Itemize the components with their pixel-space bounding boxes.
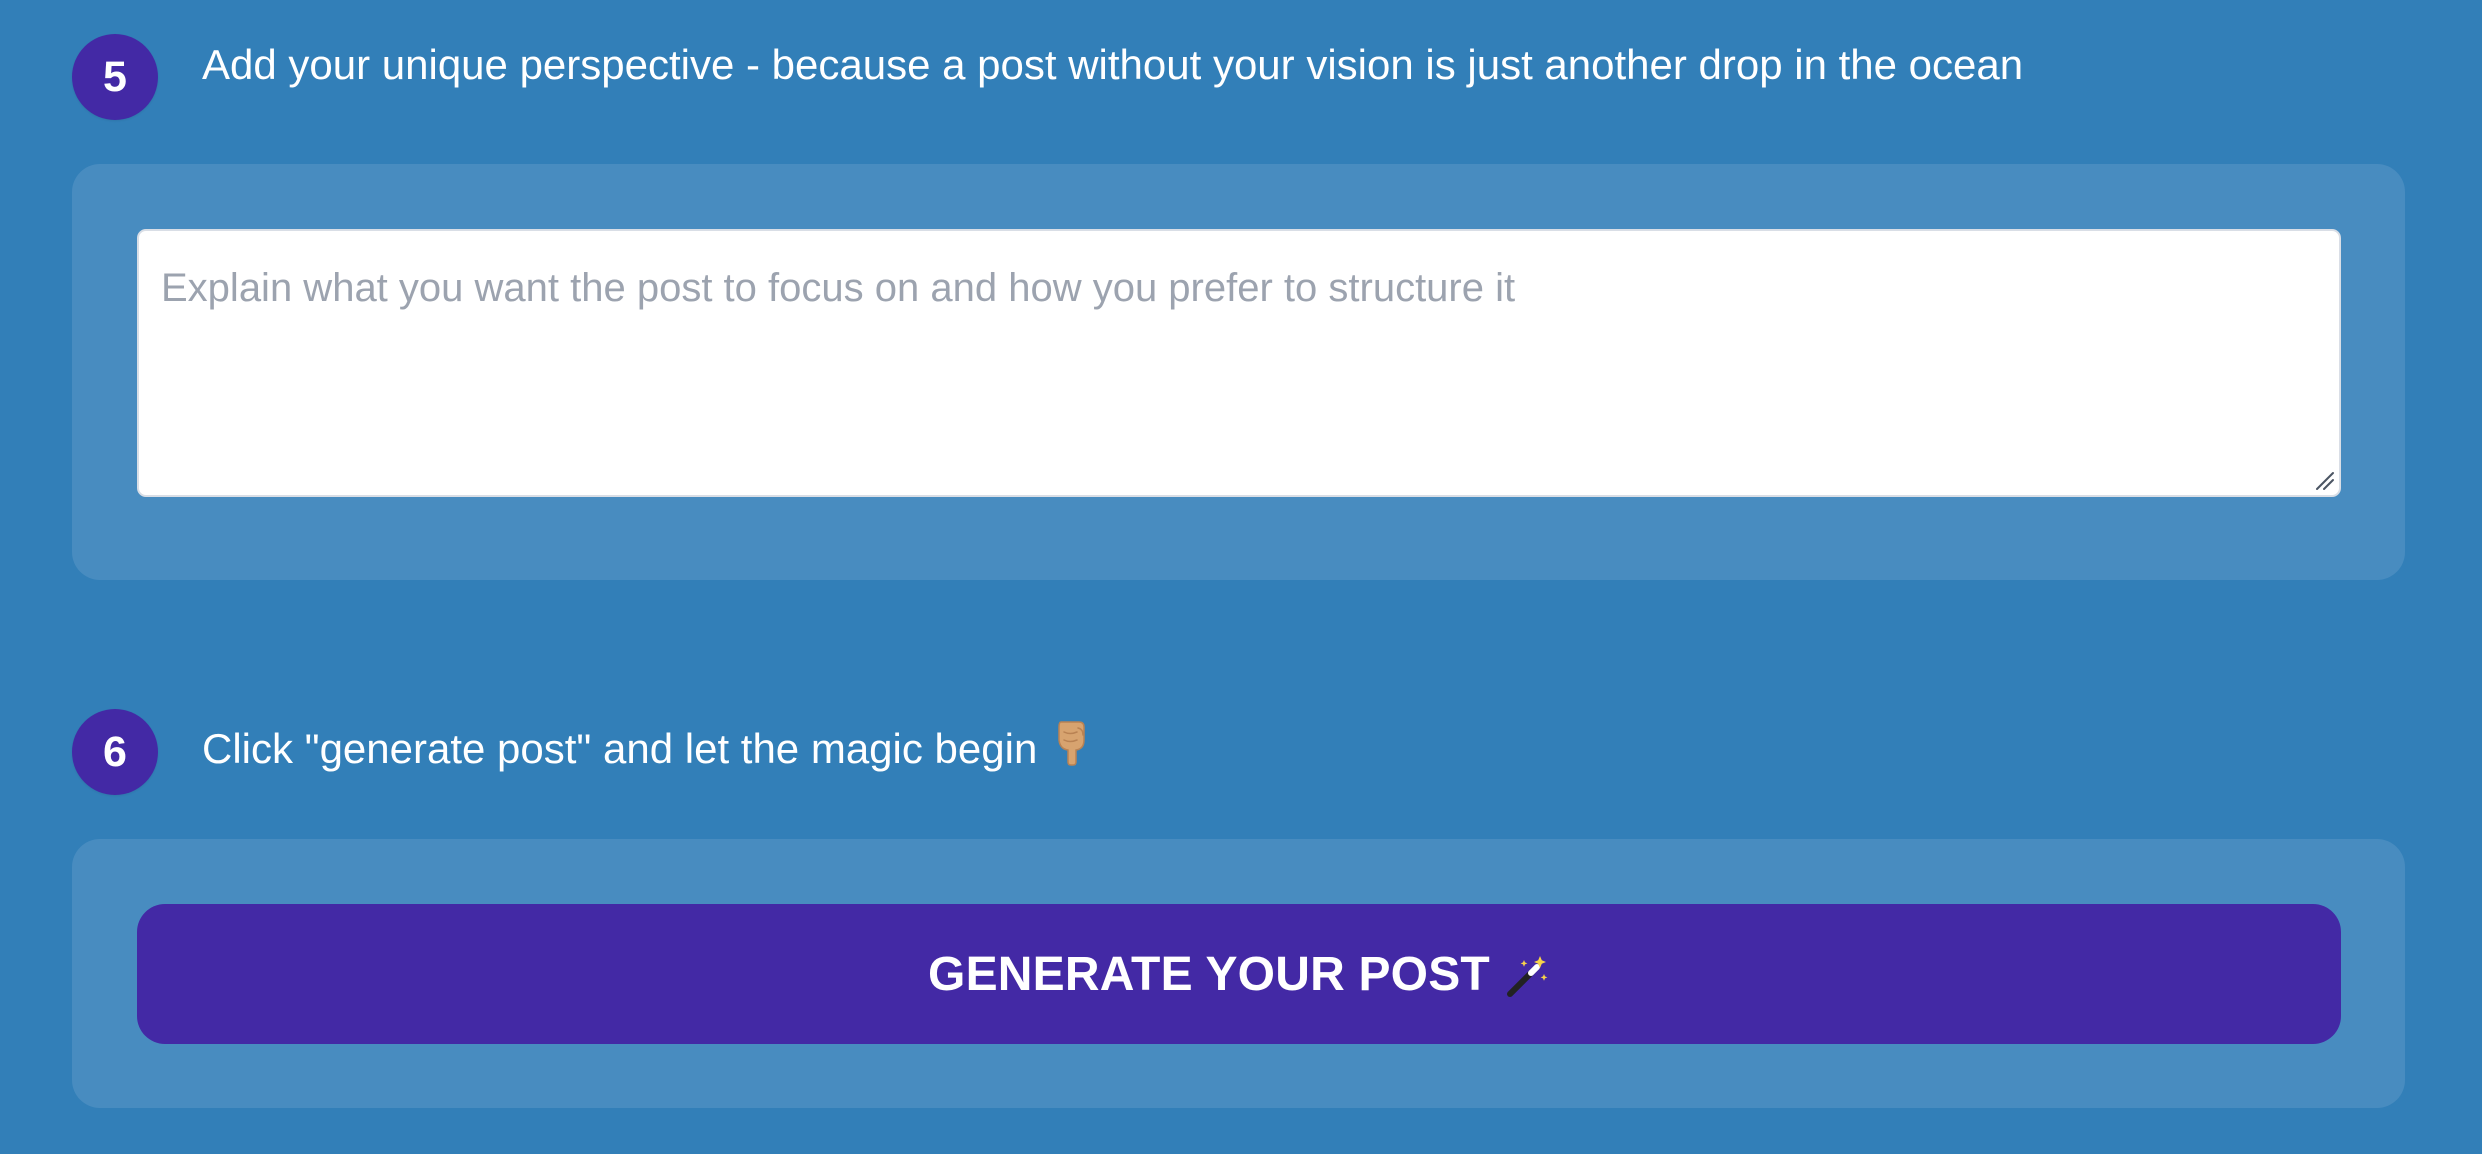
resize-handle-icon[interactable]: [2313, 469, 2335, 491]
step-number-badge: 5: [72, 34, 158, 120]
step-number-badge: 6: [72, 709, 158, 795]
step-title: Click "generate post" and let the magic …: [202, 715, 1091, 774]
generate-post-button[interactable]: GENERATE YOUR POST: [137, 904, 2341, 1044]
magic-wand-icon: [1506, 956, 1548, 997]
generate-panel: GENERATE YOUR POST: [72, 839, 2405, 1108]
step-header: 5 Add your unique perspective - because …: [72, 34, 2405, 122]
step-title: Add your unique perspective - because a …: [202, 41, 2024, 88]
generate-post-button-label: GENERATE YOUR POST: [928, 947, 1490, 1001]
step-generate: 6 Click "generate post" and let the magi…: [72, 709, 2405, 1108]
perspective-textarea[interactable]: [139, 231, 2339, 495]
step-perspective: 5 Add your unique perspective - because …: [72, 34, 2405, 580]
perspective-panel: [72, 164, 2405, 580]
step-title-text: Click "generate post" and let the magic …: [202, 725, 1038, 772]
step-header: 6 Click "generate post" and let the magi…: [72, 709, 2405, 797]
perspective-input-container: [137, 229, 2341, 497]
pointing-down-icon: [1058, 721, 1086, 766]
